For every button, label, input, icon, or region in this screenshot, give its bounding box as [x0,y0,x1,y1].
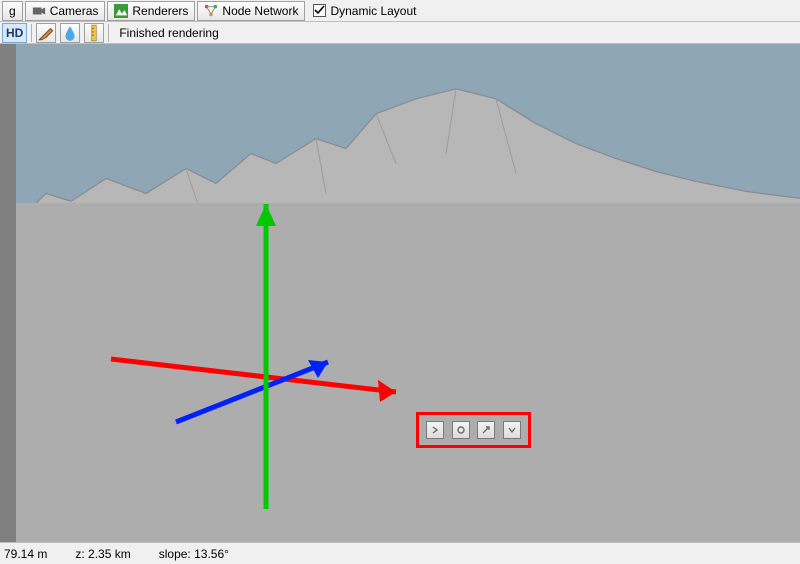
arrow-right-icon [430,425,440,435]
camera-icon [32,4,46,18]
hd-label: HD [6,26,23,40]
node-network-label: Node Network [222,4,298,18]
toolbar-fragment-label: g [9,4,16,18]
toolbar-fragment-button[interactable]: g [2,1,23,21]
cameras-button[interactable]: Cameras [25,1,106,21]
node-network-icon [204,4,218,18]
renderers-button[interactable]: Renderers [107,1,195,21]
dynamic-layout-label: Dynamic Layout [330,4,416,18]
divider [108,24,109,42]
status-y-value: 79.14 m [4,547,47,561]
viewport-3d[interactable] [16,44,800,542]
node-network-button[interactable]: Node Network [197,1,305,21]
render-status: Finished rendering [113,26,224,40]
viewport-mini-button-4[interactable] [503,421,521,439]
status-z: z: 2.35 km [75,547,130,561]
viewport-mini-button-1[interactable] [426,421,444,439]
status-bar: 79.14 m z: 2.35 km slope: 13.56° [0,542,800,564]
secondary-toolbar: HD Finished rendering [0,22,800,44]
renderers-label: Renderers [132,4,188,18]
viewport-area [0,44,800,542]
hd-toggle-button[interactable]: HD [2,23,27,43]
landscape-icon [114,4,128,18]
brush-tool-button[interactable] [36,23,56,43]
measure-tool-button[interactable] [84,23,104,43]
cameras-label: Cameras [50,4,99,18]
viewport-gutter [0,44,16,542]
water-tool-button[interactable] [60,23,80,43]
status-slope-value: 13.56° [194,547,229,561]
status-z-value: 2.35 km [88,547,131,561]
dynamic-layout-checkbox[interactable] [313,4,326,17]
status-z-label: z: [75,547,84,561]
arrow-diag-icon [481,425,491,435]
viewport-mini-button-3[interactable] [477,421,495,439]
circle-icon [456,425,466,435]
chevron-down-icon [507,425,517,435]
divider [31,24,32,42]
ruler-icon [85,24,103,42]
droplet-icon [61,24,79,42]
viewport-callout-box [416,412,531,448]
viewport-mini-button-2[interactable] [452,421,470,439]
status-slope-label: slope: [159,547,191,561]
brush-icon [37,24,55,42]
dynamic-layout-option[interactable]: Dynamic Layout [307,4,422,18]
terrain-ground [16,203,800,542]
top-toolbar: g Cameras Renderers Node Network Dynamic… [0,0,800,22]
status-slope: slope: 13.56° [159,547,229,561]
